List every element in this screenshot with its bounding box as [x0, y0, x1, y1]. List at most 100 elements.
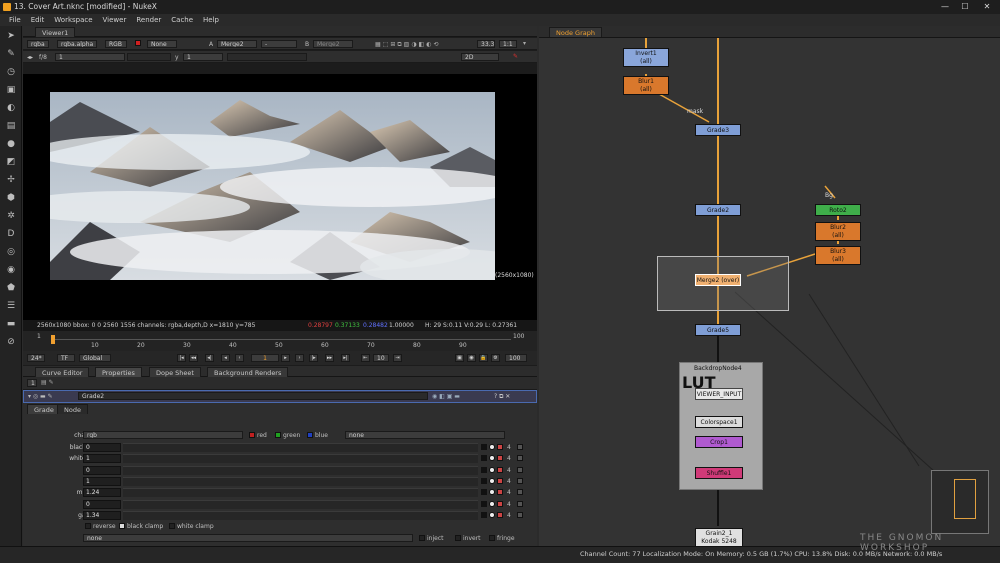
- next-frame-button[interactable]: ›: [295, 354, 304, 362]
- gamma-slider[interactable]: [227, 53, 307, 61]
- channel-select-dropdown[interactable]: None: [147, 40, 177, 48]
- node-merge2[interactable]: Merge2 (over): [695, 274, 741, 286]
- time-icon[interactable]: ◷: [5, 66, 17, 78]
- knob-value-field[interactable]: 1.34: [83, 510, 121, 520]
- color-split-icon[interactable]: [497, 511, 503, 518]
- fps-dropdown[interactable]: 24*: [27, 354, 45, 362]
- gain-field[interactable]: 1: [55, 53, 125, 61]
- fringe-checkbox[interactable]: [489, 535, 495, 541]
- ocio-icon[interactable]: ⊘: [5, 336, 17, 348]
- color-picker-icon[interactable]: [481, 477, 487, 484]
- color-split-icon[interactable]: [497, 444, 503, 450]
- step-forward-button[interactable]: |▸: [309, 354, 318, 362]
- channels-dropdown[interactable]: rgb: [83, 431, 243, 439]
- animation-menu-icon[interactable]: [517, 444, 523, 450]
- knob-value-field[interactable]: 1: [83, 476, 121, 486]
- knob-value-field[interactable]: 0: [83, 499, 121, 509]
- menu-viewer[interactable]: Viewer: [98, 14, 132, 26]
- node-blur2[interactable]: Blur2 (all): [815, 222, 861, 241]
- filter-icon[interactable]: ▤: [5, 120, 17, 132]
- knob-slider[interactable]: [123, 499, 478, 509]
- channel-icon[interactable]: ▣: [5, 84, 17, 96]
- node-shuffle1[interactable]: Shuffle1: [695, 467, 743, 479]
- play-back-button[interactable]: ◂: [221, 354, 230, 362]
- lock-icon[interactable]: 🔒: [479, 354, 488, 362]
- flipbook-icon[interactable]: ▣: [455, 354, 464, 362]
- node-colorspace1[interactable]: Colorspace1: [695, 416, 743, 428]
- tab-curve-editor[interactable]: Curve Editor: [35, 367, 90, 377]
- playhead[interactable]: [51, 335, 55, 344]
- node-window-icons[interactable]: ? ⧉ ✕: [494, 393, 510, 401]
- knob-slider[interactable]: [123, 465, 478, 475]
- color-split-icon[interactable]: [497, 500, 503, 507]
- maximize-button[interactable]: ☐: [954, 0, 976, 14]
- color-split-icon[interactable]: [497, 455, 503, 462]
- prev-key-button[interactable]: ◂◂: [189, 354, 198, 362]
- viewer-canvas[interactable]: (2560x1080): [23, 74, 537, 320]
- transform-icon[interactable]: ✢: [5, 174, 17, 186]
- animation-menu-icon[interactable]: [517, 500, 523, 507]
- channels-dropdown[interactable]: rgba: [27, 40, 49, 48]
- current-frame-field[interactable]: 1: [251, 354, 279, 362]
- knob-slider[interactable]: [123, 454, 478, 464]
- red-checkbox[interactable]: [249, 432, 255, 438]
- last-frame-button[interactable]: ▸|: [341, 354, 350, 362]
- tab-properties[interactable]: Properties: [95, 367, 142, 377]
- subtab-grade[interactable]: Grade: [27, 404, 61, 414]
- menu-help[interactable]: Help: [198, 14, 224, 26]
- keyer-icon[interactable]: ●: [5, 138, 17, 150]
- color-wheel-icon[interactable]: [489, 511, 495, 518]
- color-picker-icon[interactable]: [481, 455, 487, 462]
- knob-slider[interactable]: [123, 510, 478, 520]
- color-picker-icon[interactable]: [481, 511, 487, 518]
- tab-viewer1[interactable]: Viewer1: [35, 27, 76, 37]
- prev-frame-button[interactable]: ‹: [235, 354, 244, 362]
- knob-slider[interactable]: [123, 443, 478, 452]
- node-blur3[interactable]: Blur3 (all): [815, 246, 861, 265]
- input-b-dropdown[interactable]: Merge2: [313, 40, 353, 48]
- lock-panels-icon[interactable]: ▤ ✎: [41, 379, 54, 386]
- paint-icon[interactable]: ✎: [513, 53, 518, 60]
- views-icon[interactable]: ◎: [5, 246, 17, 258]
- color-split-icon[interactable]: [497, 477, 503, 484]
- white-clamp-checkbox[interactable]: [169, 523, 175, 529]
- animation-menu-icon[interactable]: [517, 455, 523, 462]
- color-wheel-icon[interactable]: [489, 489, 495, 496]
- node-blur1[interactable]: Blur1 (all): [623, 76, 669, 95]
- gain-slider[interactable]: [127, 53, 171, 61]
- alpha-dropdown[interactable]: rgba.alpha: [57, 40, 97, 48]
- node-header-icons[interactable]: ▾ ◎ ▬ ✎: [28, 393, 53, 400]
- color-wheel-icon[interactable]: [489, 444, 495, 450]
- max-panels-field[interactable]: 1: [27, 379, 37, 387]
- knob-slider[interactable]: [123, 476, 478, 486]
- node-color-icons[interactable]: ◉ ◧ ▣ ▬: [432, 393, 460, 400]
- node-grade5[interactable]: Grade5: [695, 324, 741, 336]
- view-mode-dropdown[interactable]: 2D: [461, 53, 499, 61]
- gamma-field[interactable]: 1: [183, 53, 223, 61]
- node-name-field[interactable]: Grade2: [78, 392, 428, 400]
- colorspace-dropdown[interactable]: RGB: [105, 40, 127, 48]
- black-clamp-checkbox[interactable]: [119, 523, 125, 529]
- pointer-icon[interactable]: ➤: [5, 30, 17, 42]
- minimize-button[interactable]: —: [934, 0, 956, 14]
- node-graph-panel[interactable]: Node Graph Invert1 (all) Blur1 (all) mas…: [539, 26, 1000, 547]
- color-split-icon[interactable]: [497, 466, 503, 473]
- draw-icon[interactable]: ✎: [5, 48, 17, 60]
- knob-value-field[interactable]: 1: [83, 454, 121, 464]
- node-viewer-input[interactable]: VIEWER_INPUT: [695, 388, 743, 400]
- knob-slider[interactable]: [123, 488, 478, 498]
- color-picker-icon[interactable]: [481, 444, 487, 450]
- skip-back-icon[interactable]: ⇤: [361, 354, 370, 362]
- animation-menu-icon[interactable]: [517, 477, 523, 484]
- play-button[interactable]: ▸: [281, 354, 290, 362]
- toolsets-icon[interactable]: ⬟: [5, 282, 17, 294]
- particles-icon[interactable]: ✲: [5, 210, 17, 222]
- color-picker-icon[interactable]: [481, 466, 487, 473]
- furnace-icon[interactable]: ▬: [5, 318, 17, 330]
- color-wheel-icon[interactable]: [489, 466, 495, 473]
- node-graph-minimap[interactable]: [931, 470, 989, 534]
- color-icon[interactable]: ◐: [5, 102, 17, 114]
- color-picker-icon[interactable]: [481, 500, 487, 507]
- reverse-checkbox[interactable]: [85, 523, 91, 529]
- menu-workspace[interactable]: Workspace: [49, 14, 97, 26]
